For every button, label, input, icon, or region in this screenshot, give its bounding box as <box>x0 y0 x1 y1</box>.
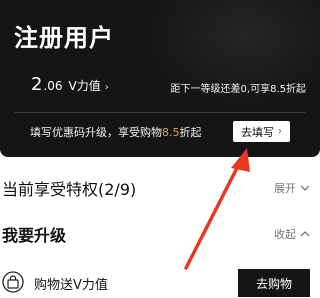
coupon-promo-prefix: 填写优惠码升级，享受购物 <box>30 126 162 139</box>
card-divider <box>14 112 306 113</box>
fill-coupon-button[interactable]: 去填写 › <box>233 121 290 142</box>
coupon-discount-value: 8.5 <box>162 126 180 139</box>
current-privileges-label: 当前享受特权(2/9) <box>2 180 137 199</box>
fill-coupon-button-label: 去填写 <box>241 125 274 139</box>
expand-label: 展开 <box>274 182 296 195</box>
v-value-integer: 2 <box>31 74 43 95</box>
upgrade-section-title: 我要升级 <box>2 226 67 245</box>
chevron-right-icon: › <box>278 126 282 137</box>
chevron-up-icon <box>300 231 310 237</box>
coupon-promo-text: 填写优惠码升级，享受购物8.5折起 <box>30 124 202 140</box>
collapse-label: 收起 <box>274 228 296 241</box>
member-level-title: 注册用户 <box>14 24 114 52</box>
chevron-down-icon <box>300 185 310 191</box>
shopping-bag-icon <box>2 271 24 293</box>
collapse-upgrade-toggle[interactable]: 收起 <box>274 226 310 242</box>
upgrade-section: 我要升级 收起 <box>0 220 320 246</box>
v-value-label: V力值 <box>68 79 101 93</box>
go-shopping-button[interactable]: 去购物 <box>238 269 310 297</box>
v-value-display[interactable]: 2 .06 V力值 › <box>31 74 109 95</box>
chevron-right-icon: › <box>104 82 109 93</box>
v-value-decimal: .06 <box>43 79 63 93</box>
coupon-promo-suffix: 折起 <box>179 126 202 139</box>
next-level-info: 距下一等级还差0,可享8.5折起 <box>170 84 306 95</box>
current-privileges-section: 当前享受特权(2/9) 展开 <box>0 174 320 200</box>
member-card: 注册用户 2 .06 V力值 › 距下一等级还差0,可享8.5折起 填写优惠码升… <box>0 0 320 157</box>
expand-privileges-toggle[interactable]: 展开 <box>274 180 310 196</box>
shopping-task-label: 购物送V力值 <box>34 278 108 293</box>
upgrade-task-shopping: 购物送V力值 去购物 <box>0 268 320 298</box>
